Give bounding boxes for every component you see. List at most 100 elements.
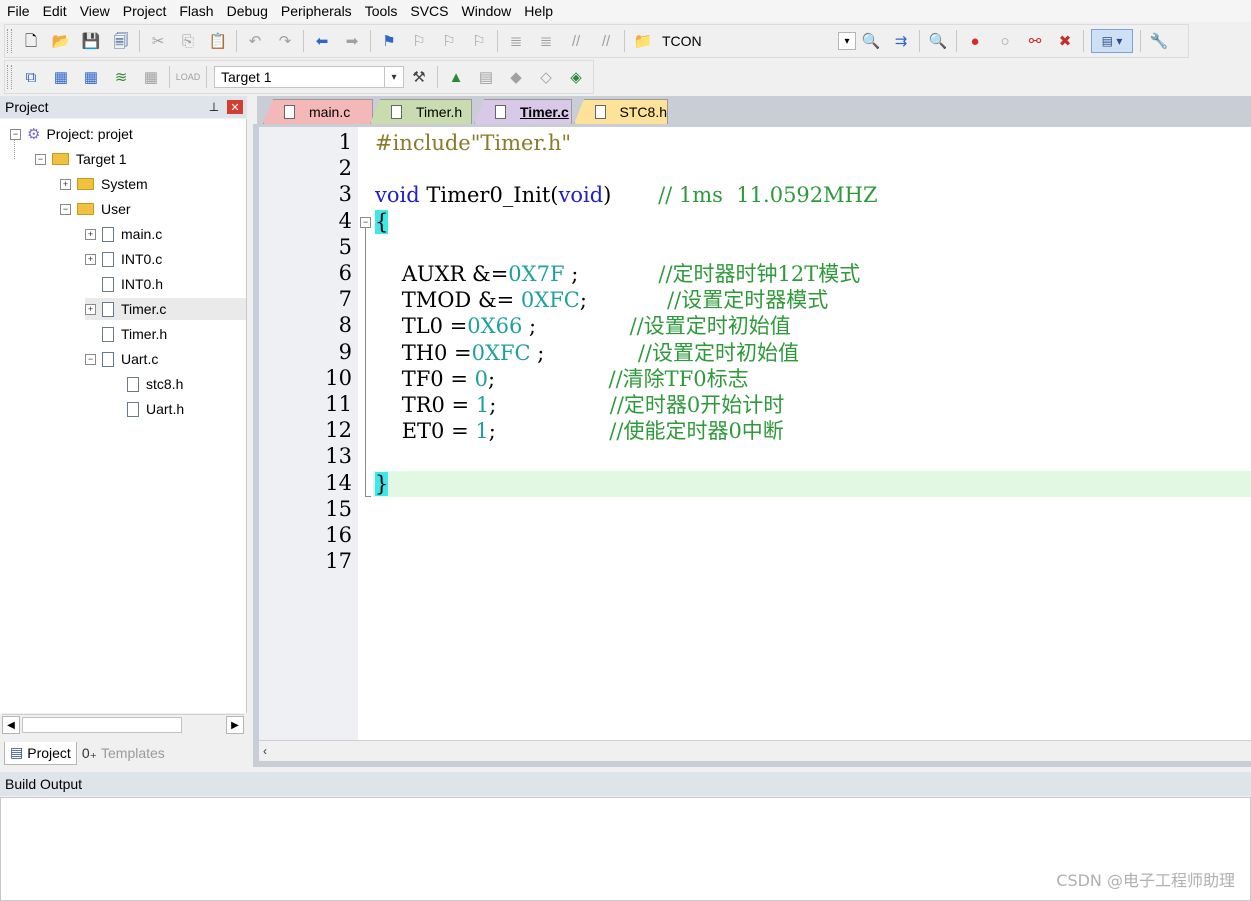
toolbar-grip[interactable] bbox=[7, 29, 12, 53]
new-file-icon[interactable]: 🗋 bbox=[20, 30, 42, 52]
tree-item[interactable]: + main.c bbox=[85, 223, 162, 245]
tree-item[interactable]: + System bbox=[60, 173, 148, 195]
disable-all-breakpoints-icon[interactable]: ⚯ bbox=[1024, 30, 1046, 52]
prev-bookmark-icon[interactable]: ⚐ bbox=[408, 30, 430, 52]
tab-timer-c[interactable]: Timer.c bbox=[474, 99, 572, 124]
scroll-right-icon[interactable]: ▶ bbox=[226, 716, 244, 734]
menu-file[interactable]: File bbox=[0, 3, 36, 19]
run-time-environment-icon[interactable]: ◈ bbox=[565, 66, 587, 88]
find-icon[interactable]: 🔍 bbox=[860, 30, 882, 52]
scroll-left-icon[interactable]: ◀ bbox=[2, 716, 20, 734]
tree-item[interactable]: + INT0.c bbox=[85, 248, 162, 270]
tab-project[interactable]: ▤ Project bbox=[4, 741, 77, 765]
insert-breakpoint-icon[interactable]: ● bbox=[964, 30, 986, 52]
select-packs-icon[interactable]: ◆ bbox=[505, 66, 527, 88]
fold-collapse-icon[interactable]: − bbox=[360, 216, 371, 228]
unindent-icon[interactable]: ≣ bbox=[535, 30, 557, 52]
build-icon[interactable]: ▦ bbox=[50, 66, 72, 88]
tree-item[interactable]: Uart.h bbox=[110, 398, 184, 420]
expand-icon[interactable]: + bbox=[85, 228, 96, 240]
menu-flash[interactable]: Flash bbox=[172, 3, 219, 19]
enable-breakpoint-icon[interactable]: ○ bbox=[994, 30, 1016, 52]
configure-icon[interactable]: 🔧 bbox=[1148, 30, 1170, 52]
copy-icon[interactable]: ⎘ bbox=[177, 30, 199, 52]
scroll-thumb[interactable] bbox=[22, 717, 182, 733]
toolbar-grip[interactable] bbox=[7, 65, 12, 89]
open-folder-icon[interactable]: 📂 bbox=[50, 30, 72, 52]
menu-view[interactable]: View bbox=[73, 3, 116, 19]
tab-stc8-h[interactable]: STC8.h bbox=[574, 99, 668, 124]
collapse-icon[interactable]: − bbox=[60, 203, 71, 215]
insert-bookmark-icon[interactable]: ⚑ bbox=[378, 30, 400, 52]
tree-item[interactable]: INT0.h bbox=[85, 273, 163, 295]
download-icon[interactable]: LOAD bbox=[176, 66, 201, 88]
find-combo-dropdown-icon[interactable]: ▾ bbox=[838, 32, 856, 50]
pack-installer-icon[interactable]: ◇ bbox=[535, 66, 557, 88]
paste-icon[interactable]: 📋 bbox=[207, 30, 229, 52]
menu-window[interactable]: Window bbox=[455, 3, 518, 19]
translate-icon[interactable]: ⧉ bbox=[20, 66, 42, 88]
save-all-icon[interactable]: 🗐 bbox=[110, 30, 132, 52]
toolbar-separator bbox=[919, 30, 920, 52]
rebuild-icon[interactable]: ▦ bbox=[80, 66, 102, 88]
tree-item[interactable]: − ⚙ Project: projet bbox=[10, 123, 133, 145]
tab-timer-h[interactable]: Timer.h bbox=[370, 99, 472, 124]
tree-item[interactable]: − User bbox=[60, 198, 131, 220]
tab-main-c[interactable]: main.c bbox=[263, 99, 373, 124]
toolbar-main: 🗋 📂 💾 🗐 ✂ ⎘ 📋 ↶ ↷ ⬅ ➡ ⚑ ⚐ ⚐ ⚐ ≣ ≣ // // … bbox=[4, 24, 1189, 58]
code-line: TF0 = 0; //清除TF0标志 bbox=[375, 366, 749, 392]
find-combo[interactable]: TCON bbox=[658, 30, 838, 52]
collapse-icon[interactable]: − bbox=[35, 153, 46, 165]
menu-svcs[interactable]: SVCS bbox=[403, 3, 454, 19]
tree-item[interactable]: Timer.h bbox=[85, 323, 167, 345]
file-extensions-icon[interactable]: ▤ bbox=[475, 66, 497, 88]
scroll-left-icon[interactable]: ‹ bbox=[263, 744, 267, 758]
close-icon[interactable]: ✕ bbox=[227, 100, 243, 114]
tab-templates[interactable]: 0₊ Templates bbox=[77, 742, 170, 764]
undo-icon[interactable]: ↶ bbox=[244, 30, 266, 52]
expand-icon[interactable]: + bbox=[85, 253, 96, 265]
editor-horizontal-scrollbar[interactable]: ‹ bbox=[259, 740, 1251, 761]
find-in-files-icon[interactable]: 📁 bbox=[632, 30, 654, 52]
next-bookmark-icon[interactable]: ⚐ bbox=[438, 30, 460, 52]
project-horizontal-scrollbar[interactable]: ◀ ▶ bbox=[2, 714, 244, 735]
kill-all-breakpoints-icon[interactable]: ✖ bbox=[1054, 30, 1076, 52]
menu-tools[interactable]: Tools bbox=[358, 3, 404, 19]
menu-project[interactable]: Project bbox=[116, 3, 173, 19]
tree-item[interactable]: stc8.h bbox=[110, 373, 183, 395]
redo-icon[interactable]: ↷ bbox=[274, 30, 296, 52]
menu-edit[interactable]: Edit bbox=[36, 3, 73, 19]
window-layout-icon[interactable]: ▤ ▾ bbox=[1091, 29, 1133, 53]
code-area[interactable]: #include"Timer.h" void Timer0_Init(void) … bbox=[373, 127, 1251, 740]
tree-item[interactable]: − Uart.c bbox=[85, 348, 158, 370]
debug-session-icon[interactable]: 🔍 bbox=[927, 30, 949, 52]
uncomment-icon[interactable]: // bbox=[595, 30, 617, 52]
target-options-icon[interactable]: ⚒ bbox=[408, 66, 430, 88]
incremental-find-icon[interactable]: ⇉ bbox=[890, 30, 912, 52]
menu-debug[interactable]: Debug bbox=[220, 3, 274, 19]
comment-icon[interactable]: // bbox=[565, 30, 587, 52]
menu-peripherals[interactable]: Peripherals bbox=[274, 3, 358, 19]
manage-components-icon[interactable]: ▲ bbox=[445, 66, 467, 88]
batch-build-icon[interactable]: ≋ bbox=[110, 66, 132, 88]
pin-icon[interactable]: ⊥ bbox=[207, 100, 221, 114]
tree-item[interactable]: + Timer.c bbox=[85, 298, 246, 320]
code-token: 0XFC bbox=[471, 340, 531, 365]
chevron-down-icon[interactable]: ▾ bbox=[384, 67, 403, 87]
expand-icon[interactable]: + bbox=[85, 303, 96, 315]
stop-build-icon[interactable]: ▦ bbox=[140, 66, 162, 88]
collapse-icon[interactable]: − bbox=[10, 128, 21, 140]
save-icon[interactable]: 💾 bbox=[80, 30, 102, 52]
navigate-forward-icon[interactable]: ➡ bbox=[341, 30, 363, 52]
target-select[interactable]: Target 1 ▾ bbox=[214, 66, 404, 88]
tree-item[interactable]: − Target 1 bbox=[35, 148, 127, 170]
navigate-back-icon[interactable]: ⬅ bbox=[311, 30, 333, 52]
collapse-icon[interactable]: − bbox=[85, 353, 96, 365]
expand-icon[interactable]: + bbox=[60, 178, 71, 190]
indent-icon[interactable]: ≣ bbox=[505, 30, 527, 52]
menu-help[interactable]: Help bbox=[517, 3, 559, 19]
find-combo-value: TCON bbox=[662, 33, 702, 49]
tab-label: Timer.h bbox=[416, 104, 463, 120]
cut-icon[interactable]: ✂ bbox=[147, 30, 169, 52]
clear-bookmarks-icon[interactable]: ⚐ bbox=[468, 30, 490, 52]
